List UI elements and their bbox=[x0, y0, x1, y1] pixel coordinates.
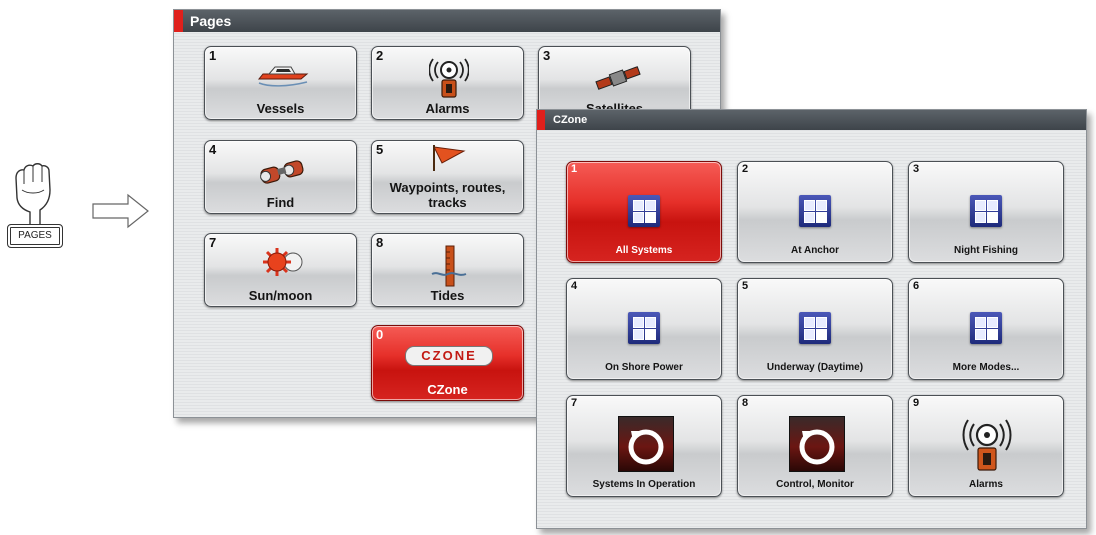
tile-number: 6 bbox=[913, 280, 920, 292]
czone-dial-icon bbox=[789, 416, 845, 472]
mode-all-systems[interactable]: 1 All Systems bbox=[566, 161, 722, 263]
tile-vessels[interactable]: 1 Vessels bbox=[204, 46, 357, 120]
tile-number: 5 bbox=[376, 142, 384, 157]
tile-label: Underway (Daytime) bbox=[766, 362, 864, 373]
czone-window: CZone 1 All Systems 2 At Anchor 3 Night … bbox=[536, 109, 1087, 529]
mode-underway-daytime[interactable]: 5 Underway (Daytime) bbox=[737, 278, 893, 380]
tile-number: 7 bbox=[571, 397, 578, 409]
tile-sun-moon[interactable]: 7 Sun/moon bbox=[204, 233, 357, 307]
tile-czone[interactable]: 0 CZONE CZone bbox=[371, 325, 524, 401]
czone-dial-icon bbox=[618, 416, 674, 472]
czone-title-bar: CZone bbox=[537, 110, 1086, 130]
right-arrow-icon bbox=[92, 193, 149, 229]
tile-number: 4 bbox=[209, 142, 217, 157]
tile-control-monitor[interactable]: 8 Control, Monitor bbox=[737, 395, 893, 497]
tile-tides[interactable]: 8 Tides bbox=[371, 233, 524, 307]
tile-number: 8 bbox=[742, 397, 749, 409]
tile-number: 7 bbox=[209, 235, 217, 250]
title-accent bbox=[174, 10, 183, 32]
tide-icon bbox=[431, 245, 467, 287]
pages-title: Pages bbox=[190, 13, 232, 29]
tile-number: 8 bbox=[376, 235, 384, 250]
mode-icon bbox=[628, 195, 660, 227]
tile-label: Sun/moon bbox=[248, 287, 313, 303]
czone-logo-icon: CZONE bbox=[405, 346, 493, 366]
tile-number: 2 bbox=[376, 48, 384, 63]
tile-number: 1 bbox=[209, 48, 217, 63]
mode-icon bbox=[799, 312, 831, 344]
tile-label: Vessels bbox=[256, 100, 305, 116]
sun-moon-icon bbox=[263, 248, 303, 276]
tile-waypoints[interactable]: 5 Waypoints, routes, tracks bbox=[371, 140, 524, 214]
boat-icon bbox=[257, 66, 309, 87]
tile-label: Waypoints, routes, tracks bbox=[389, 180, 506, 210]
pages-title-bar: Pages bbox=[174, 10, 720, 32]
mode-icon bbox=[799, 195, 831, 227]
tile-label: CZone bbox=[427, 381, 468, 397]
mode-icon bbox=[970, 195, 1002, 227]
tile-number: 9 bbox=[913, 397, 920, 409]
tile-number: 0 bbox=[376, 327, 384, 342]
hand-press-illustration: PAGES bbox=[0, 160, 75, 250]
satellite-icon bbox=[595, 66, 641, 90]
tile-number: 1 bbox=[571, 163, 578, 175]
tile-label: Alarms bbox=[969, 479, 1003, 490]
tile-label: At Anchor bbox=[791, 245, 839, 256]
czone-title: CZone bbox=[553, 114, 588, 126]
mode-on-shore-power[interactable]: 4 On Shore Power bbox=[566, 278, 722, 380]
tile-label: Control, Monitor bbox=[776, 479, 854, 490]
alarm-icon bbox=[429, 58, 469, 98]
flag-icon bbox=[433, 145, 466, 171]
tile-alarms[interactable]: 9 Alarms bbox=[908, 395, 1064, 497]
mode-more-modes[interactable]: 6 More Modes... bbox=[908, 278, 1064, 380]
tile-label: On Shore Power bbox=[605, 362, 683, 373]
mode-icon bbox=[970, 312, 1002, 344]
tile-label: Alarms bbox=[425, 100, 470, 116]
title-accent bbox=[537, 110, 545, 130]
tile-label: More Modes... bbox=[952, 362, 1020, 373]
tile-find[interactable]: 4 Find bbox=[204, 140, 357, 214]
tile-systems-in-operation[interactable]: 7 Systems In Operation bbox=[566, 395, 722, 497]
alarm-icon bbox=[962, 419, 1012, 471]
czone-logo-text: CZONE bbox=[421, 348, 477, 363]
mode-icon bbox=[628, 312, 660, 344]
binoculars-icon bbox=[260, 160, 304, 184]
mode-night-fishing[interactable]: 3 Night Fishing bbox=[908, 161, 1064, 263]
tile-label: All Systems bbox=[615, 245, 673, 256]
pages-key[interactable]: PAGES bbox=[7, 224, 63, 248]
tile-number: 2 bbox=[742, 163, 749, 175]
tile-label: Tides bbox=[430, 287, 465, 303]
tile-number: 3 bbox=[543, 48, 551, 63]
tile-number: 3 bbox=[913, 163, 920, 175]
mode-at-anchor[interactable]: 2 At Anchor bbox=[737, 161, 893, 263]
tile-number: 5 bbox=[742, 280, 749, 292]
tile-label: Systems In Operation bbox=[592, 479, 696, 490]
tile-alarms[interactable]: 2 Alarms bbox=[371, 46, 524, 120]
tile-number: 4 bbox=[571, 280, 578, 292]
tile-label: Find bbox=[266, 194, 295, 210]
pointing-hand-icon bbox=[15, 163, 51, 230]
tile-label: Night Fishing bbox=[954, 245, 1018, 256]
